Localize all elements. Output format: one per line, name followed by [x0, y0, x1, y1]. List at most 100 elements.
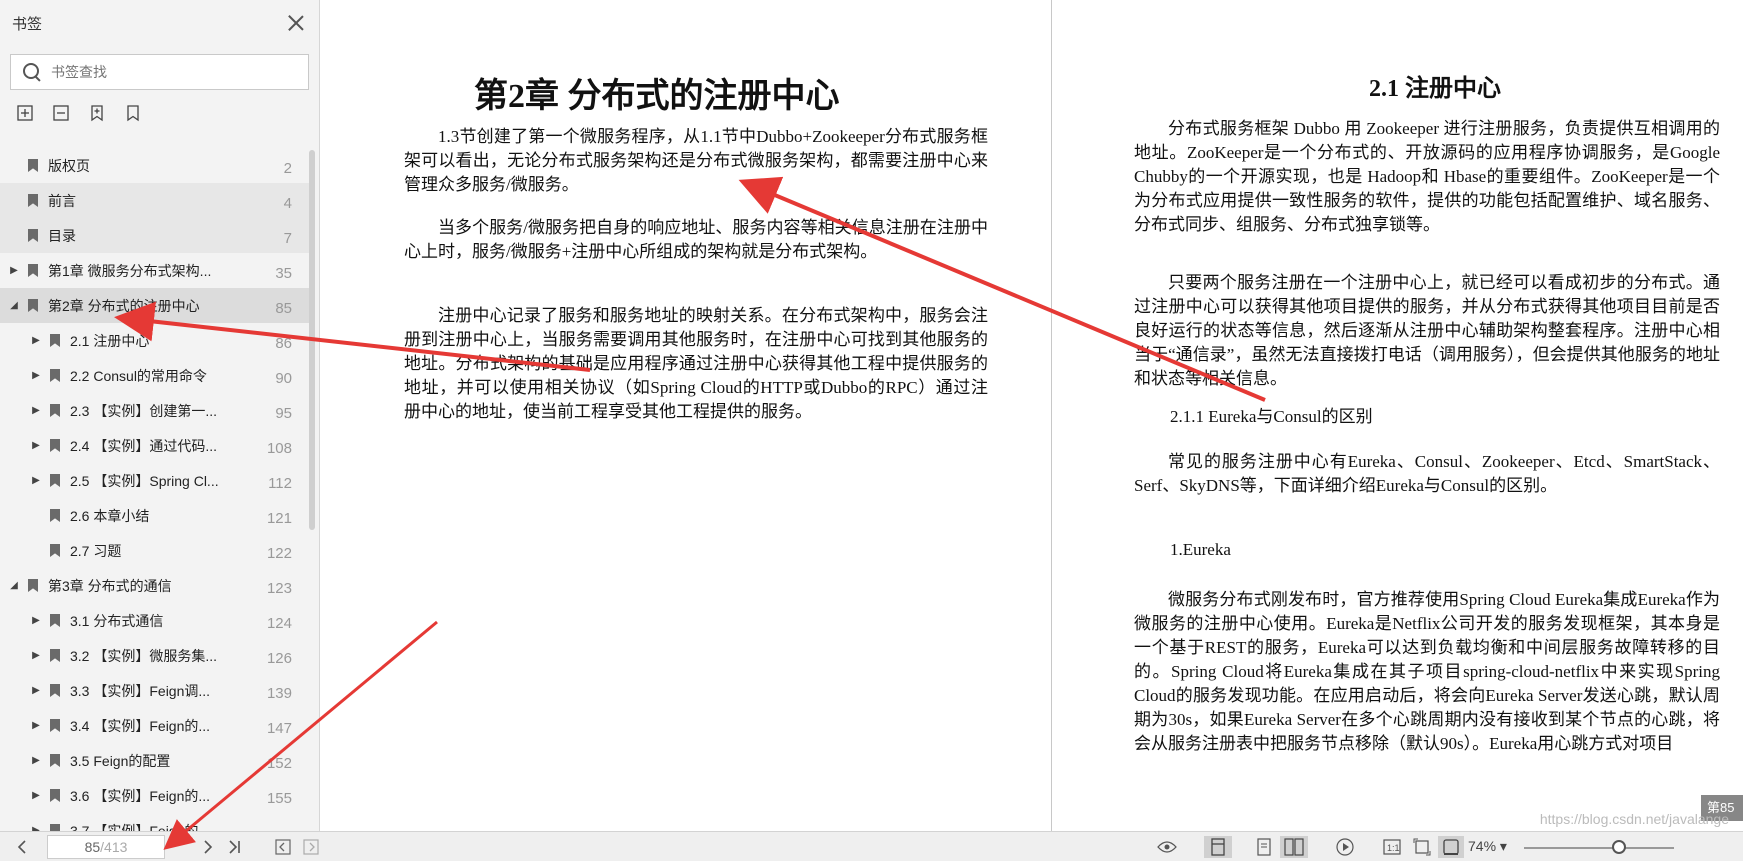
bookmark-item[interactable]: ◢ 第2章 分布式的注册中心 85 [0, 288, 310, 323]
collapse-all-icon[interactable] [50, 102, 72, 124]
bookmark-label: 第1章 微服务分布式架构... [48, 262, 212, 279]
expand-all-icon[interactable] [14, 102, 36, 124]
single-page-icon[interactable] [1204, 836, 1232, 858]
bookmark-item[interactable]: ▶ 3.7 【实例】Feign的... [0, 813, 310, 831]
bookmark-item[interactable]: 前言 4 [0, 183, 310, 218]
bookmark-page-number: 122 [266, 545, 292, 562]
bookmark-item[interactable]: ▶ 3.3 【实例】Feign调... 139 [0, 673, 310, 708]
expand-arrow-icon[interactable]: ▶ [30, 335, 42, 346]
bookmark-label: 3.3 【实例】Feign调... [70, 682, 211, 699]
sidebar-scrollbar[interactable] [309, 150, 315, 530]
collapse-arrow-icon[interactable]: ◢ [8, 580, 20, 591]
bookmark-item[interactable]: ▶ 第1章 微服务分布式架构... 35 [0, 253, 310, 288]
bookmark-tree: 版权页 2 前言 4 目录 7 ▶ 第1章 微服务分布式架构... 35 ◢ 第2章 分布式的注册中… [0, 148, 310, 831]
bookmark-ribbon-icon [50, 544, 60, 557]
zoom-level[interactable]: 74% ▾ [1468, 838, 1507, 855]
bookmark-page-number: 139 [266, 685, 292, 702]
bookmark-ribbon-icon [50, 719, 60, 732]
bookmark-ribbon-icon [50, 684, 60, 697]
bookmark-label: 2.1 注册中心 [70, 332, 150, 349]
expand-arrow-icon[interactable]: ▶ [30, 440, 42, 451]
bookmark-item[interactable]: ▶ 3.5 Feign的配置 152 [0, 743, 310, 778]
bookmark-label: 2.4 【实例】通过代码... [70, 437, 218, 454]
zoom-slider-knob[interactable] [1612, 840, 1626, 854]
paragraph: 当多个服务/微服务把自身的响应地址、服务内容等相关信息注册在注册中心上时，服务/… [404, 218, 988, 261]
last-page-icon[interactable] [222, 836, 248, 858]
actual-size-icon[interactable]: 1:1 [1380, 836, 1404, 858]
bookmark-item[interactable]: ▶ 3.4 【实例】Feign的... 147 [0, 708, 310, 743]
paragraph: 常见的服务注册中心有Eureka、Consul、Zookeeper、Etcd、S… [1134, 452, 1720, 495]
bookmark-label: 2.6 本章小结 [70, 507, 150, 524]
bookmark-page-number: 108 [266, 440, 292, 457]
bookmark-label: 第3章 分布式的通信 [48, 577, 172, 594]
fit-page-icon[interactable] [1410, 836, 1434, 858]
expand-arrow-icon[interactable]: ▶ [30, 650, 42, 661]
bookmark-label: 3.1 分布式通信 [70, 612, 164, 629]
bookmark-label: 2.7 习题 [70, 542, 122, 559]
bookmark-item[interactable]: ▶ 3.1 分布式通信 124 [0, 603, 310, 638]
bookmark-page-number: 123 [266, 580, 292, 597]
expand-arrow-icon[interactable]: ▶ [30, 720, 42, 731]
next-page-icon[interactable] [196, 836, 220, 858]
two-page-icon[interactable] [1280, 836, 1308, 858]
forward-icon[interactable] [300, 836, 322, 858]
bookmark-item[interactable]: ▶ 2.4 【实例】通过代码... 108 [0, 428, 310, 463]
expand-arrow-icon[interactable]: ▶ [30, 370, 42, 381]
page-left: 第2章 分布式的注册中心 1.3节创建了第一个微服务程序，从1.1节中Dubbo… [320, 0, 1052, 831]
bookmark-search[interactable] [10, 54, 309, 90]
bookmark-item[interactable]: 2.7 习题 122 [0, 533, 310, 568]
bookmark-item[interactable]: 2.6 本章小结 121 [0, 498, 310, 533]
panel-title: 书签 [12, 15, 43, 33]
bookmark-ribbon-icon [50, 474, 60, 487]
bookmark-item[interactable]: ▶ 3.2 【实例】微服务集... 126 [0, 638, 310, 673]
bookmark-label: 目录 [48, 227, 76, 244]
bookmark-item[interactable]: ▶ 2.3 【实例】创建第一... 95 [0, 393, 310, 428]
current-page: 85 [84, 839, 101, 855]
bookmark-page-number: 152 [266, 755, 292, 772]
bookmark-ribbon-icon [28, 264, 38, 277]
bookmark-page-number: 4 [283, 195, 292, 212]
play-icon[interactable] [1332, 836, 1358, 858]
bookmark-page-number: 2 [283, 160, 292, 177]
page-number-input[interactable]: 85/413 [47, 835, 165, 859]
add-bookmark-icon[interactable] [86, 102, 108, 124]
section-title: 2.1 注册中心 [1369, 76, 1501, 102]
bookmark-label: 2.5 【实例】Spring Cl... [70, 472, 219, 489]
back-icon[interactable] [272, 836, 294, 858]
zoom-slider[interactable] [1524, 847, 1674, 849]
bookmark-page-number: 90 [275, 370, 292, 387]
bookmark-label: 第2章 分布式的注册中心 [48, 297, 200, 314]
page-view-icon[interactable] [1252, 836, 1276, 858]
bookmark-item[interactable]: ◢ 第3章 分布式的通信 123 [0, 568, 310, 603]
bookmark-item[interactable]: 版权页 2 [0, 148, 310, 183]
bookmark-item[interactable]: ▶ 3.6 【实例】Feign的... 155 [0, 778, 310, 813]
expand-arrow-icon[interactable]: ▶ [30, 615, 42, 626]
expand-arrow-icon[interactable]: ▶ [30, 755, 42, 766]
bookmark-item[interactable]: ▶ 2.1 注册中心 86 [0, 323, 310, 358]
fit-width-icon[interactable] [1438, 836, 1464, 858]
bookmark-page-number: 147 [266, 720, 292, 737]
expand-arrow-icon[interactable]: ▶ [30, 685, 42, 696]
bookmark-item[interactable]: ▶ 2.2 Consul的常用命令 90 [0, 358, 310, 393]
eye-icon[interactable] [1154, 836, 1180, 858]
expand-arrow-icon[interactable]: ▶ [8, 265, 20, 276]
document-view[interactable]: 第2章 分布式的注册中心 1.3节创建了第一个微服务程序，从1.1节中Dubbo… [320, 0, 1743, 831]
bookmark-ribbon-icon [50, 789, 60, 802]
bookmark-ribbon-icon [28, 299, 38, 312]
prev-page-icon[interactable] [10, 836, 34, 858]
expand-arrow-icon[interactable]: ▶ [30, 790, 42, 801]
bookmark-icon[interactable] [122, 102, 144, 124]
bookmark-search-input[interactable] [51, 64, 281, 80]
bookmark-page-number: 35 [275, 265, 292, 282]
bookmark-page-number: 121 [266, 510, 292, 527]
expand-arrow-icon[interactable]: ▶ [30, 475, 42, 486]
total-pages: /413 [100, 839, 128, 855]
paragraph: 分布式服务框架 Dubbo 用 Zookeeper 进行注册服务，负责提供互相调… [1134, 119, 1720, 234]
expand-arrow-icon[interactable]: ▶ [30, 405, 42, 416]
bookmark-item[interactable]: 目录 7 [0, 218, 310, 253]
close-icon[interactable] [285, 12, 307, 34]
bookmark-item[interactable]: ▶ 2.5 【实例】Spring Cl... 112 [0, 463, 310, 498]
pdf-reader-window: 书签 版权页 2 前言 4 目录 7 ▶ 第1章 微服务分布式架构... 35 ◢ 第2章 分布式的… [0, 0, 1743, 861]
collapse-arrow-icon[interactable]: ◢ [8, 300, 20, 311]
bookmark-ribbon-icon [28, 159, 38, 172]
